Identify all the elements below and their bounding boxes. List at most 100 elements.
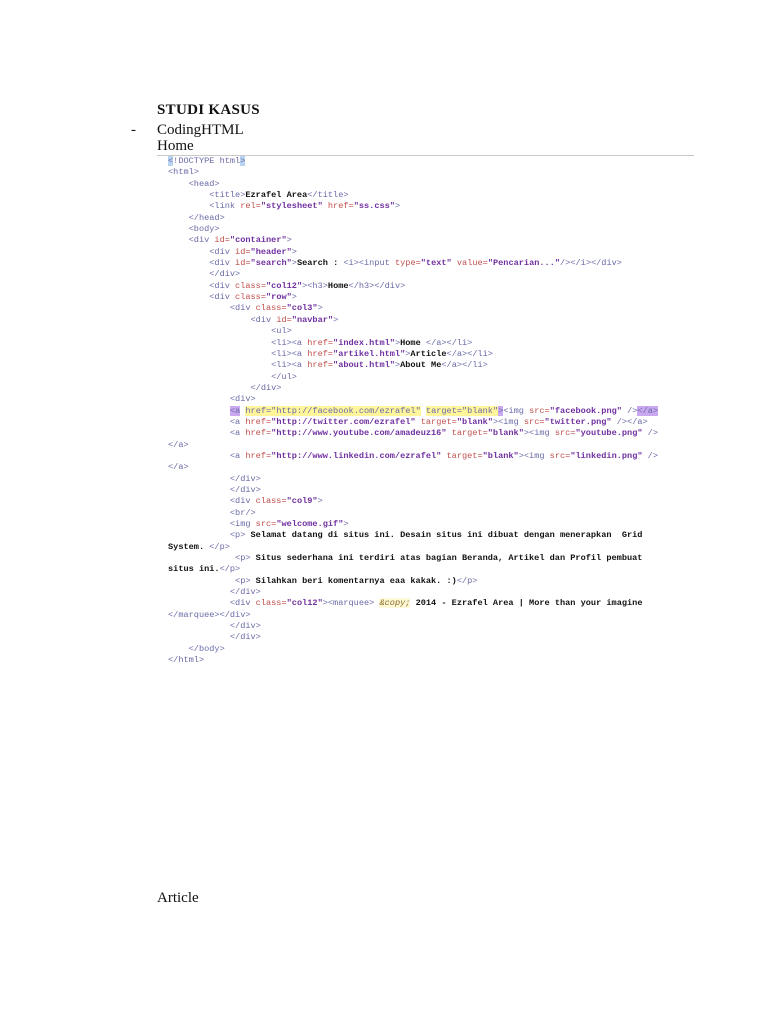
code-line: </a> (168, 462, 658, 473)
code-token: situs ini. (168, 564, 220, 575)
code-token: </h3></div> (348, 280, 406, 291)
code-line: System. </p> (168, 542, 658, 553)
code-token: "container" (229, 235, 287, 246)
code-line: <br/> (168, 508, 658, 519)
code-token: /> (642, 428, 658, 439)
code-token: src= (255, 519, 277, 529)
code-line: </div> (168, 485, 658, 496)
code-token: <p> (168, 553, 251, 564)
code-token: /></i></div> (560, 258, 622, 269)
code-token: "search" (250, 258, 292, 269)
code-token: "twitter.png" (544, 416, 612, 427)
code-token: </a></li> (441, 360, 488, 371)
code-token: <div (168, 280, 236, 291)
code-token: "blank" (456, 416, 493, 427)
code-token: /> (642, 450, 658, 461)
code-line: <ul> (168, 326, 658, 337)
code-line: <div id="container"> (168, 235, 658, 246)
code-token: </head> (168, 212, 225, 223)
code-token: "linkedin.png" (570, 450, 643, 461)
code-token: </div> (168, 632, 261, 643)
code-line: </html> (168, 655, 658, 666)
code-line: <a href="http://twitter.com/ezrafel" tar… (168, 417, 658, 428)
code-token: <head> (168, 178, 220, 189)
code-token: </a> (168, 439, 189, 450)
code-token: "col12" (286, 598, 323, 609)
code-token: target= (415, 416, 457, 427)
code-token: "http://twitter.com/ezrafel" (271, 416, 416, 427)
code-token: class= (255, 496, 287, 507)
code-line: </head> (168, 213, 658, 224)
code-block: <!DOCTYPE html> <html> <head> <title>Ezra… (168, 156, 659, 666)
code-token: "navbar" (291, 314, 334, 325)
code-line: </div> (168, 269, 658, 280)
code-line: <title>Ezrafel Area</title> (168, 190, 658, 201)
code-token: </div> (168, 484, 261, 495)
code-token: "stylesheet" (260, 201, 323, 212)
code-line: </body> (168, 644, 658, 655)
code-token: "http://www.youtube.com/amadeuz16" (271, 428, 447, 439)
code-line: <p> Selamat datang di situs ini. Desain … (168, 530, 658, 541)
code-token: <li><a (168, 360, 308, 371)
code-token: value= (451, 258, 488, 269)
code-token: class= (235, 280, 266, 291)
code-token: /> (621, 405, 638, 416)
code-token: "blank" (482, 450, 519, 461)
code-token: > (343, 519, 349, 529)
code-line: </a> (168, 440, 658, 451)
code-line: <head> (168, 179, 658, 190)
code-token: "col12" (266, 280, 303, 291)
code-token: <a (168, 428, 246, 439)
code-token: src= (549, 450, 571, 461)
code-token: href= (322, 201, 354, 212)
code-line: <div class="col12"><marquee> &copy; 2014… (168, 598, 658, 609)
code-token: <div (168, 496, 256, 507)
code-token: <ul> (168, 326, 292, 337)
code-token: Home (400, 337, 426, 348)
code-token: > (317, 496, 323, 507)
code-token: "row" (266, 292, 292, 303)
code-token: &copy; (379, 598, 411, 609)
code-token: <br/> (168, 507, 256, 518)
code-line: <body> (168, 224, 658, 235)
code-token: About Me (400, 360, 442, 371)
code-token: id= (235, 246, 251, 257)
code-line: <img src="welcome.gif"> (168, 519, 658, 530)
code-token: <p> (168, 575, 251, 586)
code-token: id= (276, 314, 292, 325)
code-line: <div class="col9"> (168, 496, 658, 507)
code-token: src= (523, 416, 545, 427)
code-token: rel= (240, 201, 261, 212)
code-token: ><img (523, 428, 555, 439)
code-line: <li><a href="index.html">Home </a></li> (168, 338, 658, 349)
code-token: </ul> (168, 371, 297, 382)
code-token: id= (214, 235, 230, 246)
code-token: > (333, 314, 339, 325)
code-token: Silahkan beri komentarnya eaa kakak. :) (250, 575, 457, 586)
code-line: <li><a href="about.html">About Me</a></l… (168, 360, 658, 371)
code-token: src= (529, 405, 550, 416)
code-token: <body> (168, 224, 220, 235)
code-token: <a (168, 450, 246, 461)
code-token: </p> (219, 564, 241, 575)
code-token: <html> (168, 167, 199, 178)
code-token: /></a> (611, 416, 648, 427)
code-line: <div> (168, 394, 658, 405)
code-token: ><marquee> (322, 598, 380, 609)
code-token: "col9" (286, 496, 318, 507)
code-line: <a href="http://www.youtube.com/amadeuz1… (168, 428, 658, 439)
code-line: </div> (168, 383, 658, 394)
code-token: </html> (168, 655, 205, 666)
code-line: <a href="http://www.linkedin.com/ezrafel… (168, 451, 658, 462)
code-line: </div> (168, 621, 658, 632)
code-token: <li><a (168, 348, 308, 359)
code-token: Home (327, 280, 349, 291)
code-line: </ul> (168, 372, 658, 383)
code-token: href= (307, 360, 334, 371)
code-token: > (394, 201, 401, 212)
code-token: Selamat datang di situs ini. Desain situ… (245, 530, 643, 541)
code-token: "ss.css" (353, 201, 395, 212)
code-token: id= (235, 258, 251, 269)
code-line: <div id="header"> (168, 247, 658, 258)
